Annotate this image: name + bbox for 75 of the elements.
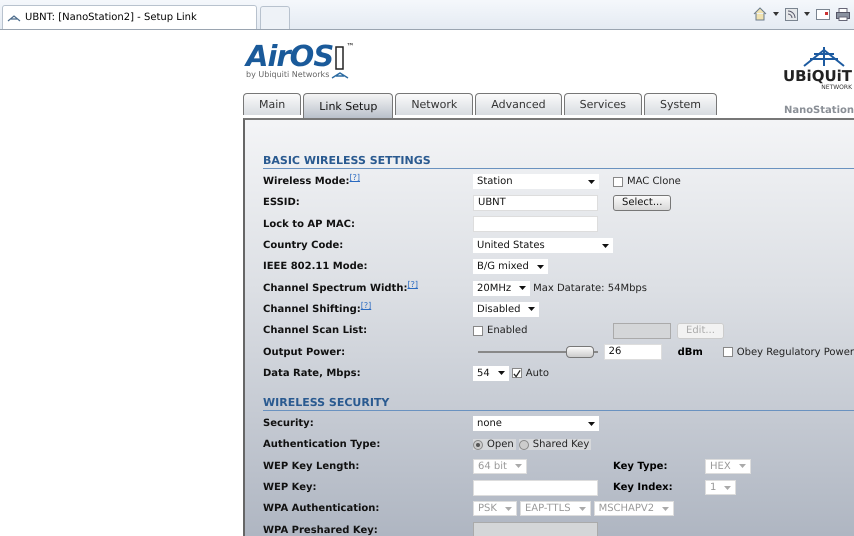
print-icon[interactable] bbox=[836, 8, 850, 20]
caret-icon bbox=[504, 506, 512, 511]
section-heading: WIRELESS SECURITY bbox=[263, 396, 854, 411]
unit-label: dBm bbox=[678, 346, 703, 358]
caret-icon bbox=[498, 371, 505, 376]
field-label: WPA Authentication: bbox=[263, 503, 380, 514]
nav-tab[interactable]: Services bbox=[564, 93, 642, 115]
text-field[interactable]: UBNT bbox=[473, 194, 598, 211]
device-icon bbox=[335, 46, 344, 70]
caret-icon bbox=[536, 264, 544, 269]
caret-icon bbox=[662, 506, 670, 511]
field-label: IEEE 802.11 Mode: bbox=[263, 261, 368, 272]
caret-icon bbox=[738, 464, 746, 468]
dropdown[interactable]: 54 bbox=[473, 366, 509, 381]
home-icon[interactable] bbox=[753, 7, 767, 21]
nav-tab[interactable]: Network bbox=[395, 93, 474, 115]
browser-tab[interactable]: UBNT: [NanoStation2] - Setup Link bbox=[2, 5, 257, 29]
feed-icon[interactable] bbox=[785, 8, 798, 20]
dropdown-arrow-icon[interactable] bbox=[773, 12, 779, 16]
nav-tab[interactable]: System bbox=[644, 93, 718, 115]
field-label: Data Rate, Mbps: bbox=[263, 368, 361, 379]
field-label: ESSID: bbox=[263, 197, 300, 208]
nav-tab[interactable]: Advanced bbox=[475, 93, 562, 115]
dropdown[interactable]: B/G mixed bbox=[473, 259, 548, 274]
dropdown[interactable]: none bbox=[473, 416, 599, 432]
logo-wordmark: AirOS bbox=[246, 42, 334, 70]
help-link[interactable]: [?] bbox=[360, 300, 372, 310]
caret-icon bbox=[528, 307, 536, 312]
trademark: ™ bbox=[346, 42, 354, 51]
field-label: Output Power: bbox=[263, 346, 346, 358]
caret-icon bbox=[588, 180, 595, 184]
checkbox[interactable]: Obey Regulatory Power bbox=[722, 346, 854, 358]
antenna-icon bbox=[331, 72, 350, 79]
help-link[interactable]: [?] bbox=[350, 173, 360, 182]
dropdown[interactable]: 20MHz bbox=[473, 280, 530, 296]
field-label: Key Type: bbox=[613, 460, 668, 472]
field-label: Wireless Mode: bbox=[263, 176, 350, 188]
dropdown-arrow-icon[interactable] bbox=[804, 12, 810, 16]
section-heading: BASIC WIRELESS SETTINGS bbox=[263, 154, 854, 169]
brand-wordmark: UBiQUiT bbox=[782, 68, 852, 84]
dropdown[interactable]: United States bbox=[473, 238, 613, 254]
caret-icon bbox=[724, 486, 732, 490]
checkbox[interactable]: Enabled bbox=[473, 325, 528, 336]
field-label: Channel Shifting: bbox=[263, 304, 361, 315]
check-icon bbox=[512, 368, 521, 378]
antenna-icon bbox=[7, 14, 21, 22]
nav-tab[interactable]: Main bbox=[243, 93, 302, 115]
checkbox[interactable]: Auto bbox=[512, 368, 549, 379]
caret-icon bbox=[514, 464, 522, 468]
checkbox[interactable]: MAC Clone bbox=[613, 176, 681, 188]
logo-byline: by Ubiquiti Networks bbox=[246, 70, 330, 79]
nav-tab[interactable]: Link Setup bbox=[303, 93, 394, 118]
caret-icon bbox=[588, 422, 595, 426]
field-label: Channel Scan List: bbox=[263, 325, 368, 336]
device-name: NanoStation bbox=[784, 105, 854, 118]
antenna-dish-icon bbox=[802, 46, 846, 68]
dropdown[interactable]: Disabled bbox=[473, 302, 540, 317]
field-label: WPA Preshared Key: bbox=[263, 524, 378, 536]
caret-icon bbox=[602, 244, 609, 248]
mail-icon[interactable] bbox=[816, 8, 830, 20]
field-label: Lock to AP MAC: bbox=[263, 218, 356, 230]
field-label: WEP Key: bbox=[263, 482, 317, 493]
field-label: Key Index: bbox=[613, 482, 674, 493]
caret-icon bbox=[519, 286, 526, 290]
field-label: Channel Spectrum Width: bbox=[263, 282, 408, 294]
field-label: WEP Key Length: bbox=[263, 460, 360, 472]
field-label: Security: bbox=[263, 418, 314, 430]
field-label: Country Code: bbox=[263, 240, 344, 252]
dropdown[interactable]: Station bbox=[473, 174, 599, 190]
action-button[interactable]: Select... bbox=[613, 194, 672, 211]
help-link[interactable]: [?] bbox=[407, 280, 418, 289]
caret-icon bbox=[578, 506, 586, 511]
datarate-note: Max Datarate: 54Mbps bbox=[533, 282, 647, 294]
text-field[interactable]: 26 bbox=[604, 344, 662, 360]
field-label: Authentication Type: bbox=[263, 439, 380, 450]
